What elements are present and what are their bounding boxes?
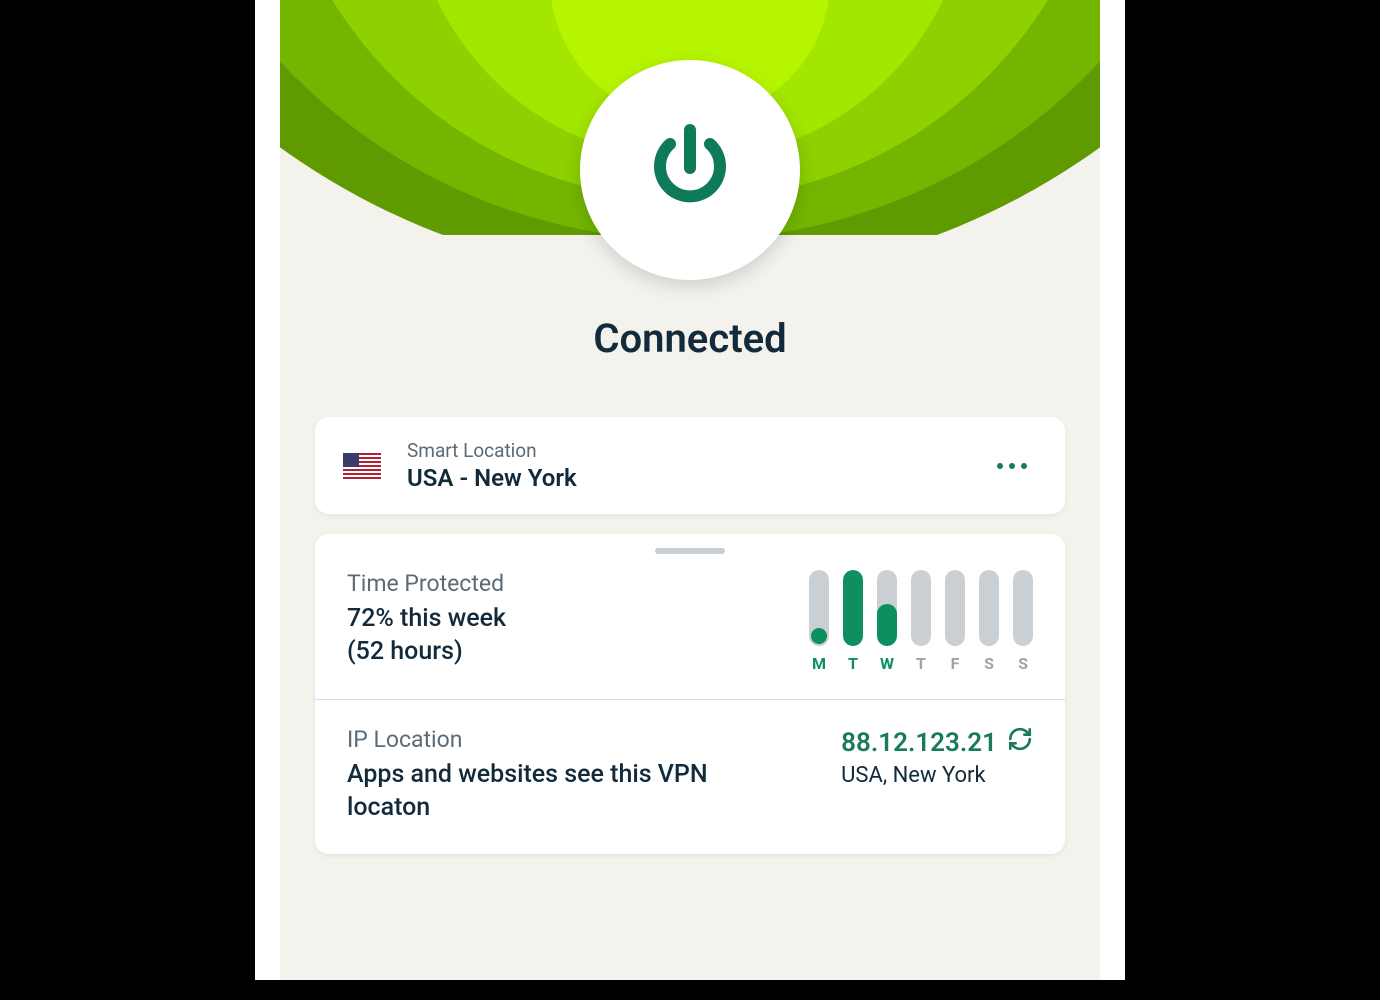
chart-day: S: [979, 570, 999, 673]
chart-day: F: [945, 570, 965, 673]
time-protected-label: Time Protected: [347, 570, 717, 597]
dot-icon: [997, 463, 1003, 469]
smart-location-label: Smart Location: [407, 439, 987, 462]
chart-bar-track: [1013, 570, 1033, 646]
chart-day: M: [809, 570, 829, 673]
chart-day-label: T: [916, 654, 926, 673]
connection-status: Connected: [280, 315, 1100, 362]
chart-day-label: S: [1018, 654, 1028, 673]
chart-day: S: [1013, 570, 1033, 673]
ip-city: USA, New York: [841, 763, 1033, 788]
location-card[interactable]: Smart Location USA - New York: [315, 417, 1065, 514]
ip-address-row: 88.12.123.21: [841, 726, 1033, 759]
chart-bar-fill: [877, 604, 897, 646]
chart-day-label: F: [951, 654, 960, 673]
ip-address: 88.12.123.21: [841, 728, 997, 758]
viewport-frame: Connected Smart Location USA - New York: [255, 0, 1125, 980]
time-protected-value: 72% this week (52 hours): [347, 603, 717, 668]
chart-day: W: [877, 570, 897, 673]
chart-day-label: M: [812, 654, 826, 673]
more-options-button[interactable]: [987, 453, 1037, 479]
chart-day: T: [911, 570, 931, 673]
stats-card[interactable]: Time Protected 72% this week (52 hours) …: [315, 534, 1065, 854]
chart-day-label: T: [848, 654, 858, 673]
connect-toggle-button[interactable]: [580, 60, 800, 280]
chart-day: T: [843, 570, 863, 673]
ip-location-label: IP Location: [347, 726, 717, 753]
chart-bar-track: [809, 570, 829, 646]
chart-day-label: W: [880, 654, 894, 673]
chart-bar-track: [877, 570, 897, 646]
chart-bar-track: [979, 570, 999, 646]
chart-bar-fill: [843, 570, 863, 646]
ip-location-description: Apps and websites see this VPN locaton: [347, 759, 717, 824]
chart-bar-track: [911, 570, 931, 646]
time-protected-section: Time Protected 72% this week (52 hours) …: [315, 534, 1065, 699]
us-flag-icon: [343, 453, 381, 479]
dot-icon: [1009, 463, 1015, 469]
drag-handle[interactable]: [655, 548, 725, 554]
chart-bar-track: [843, 570, 863, 646]
chart-bar-track: [945, 570, 965, 646]
ip-location-section: IP Location Apps and websites see this V…: [315, 699, 1065, 854]
location-name: USA - New York: [407, 464, 987, 492]
refresh-icon[interactable]: [1007, 726, 1033, 759]
power-icon: [640, 118, 740, 222]
week-bar-chart: MTWTFSS: [809, 570, 1033, 673]
dot-icon: [1021, 463, 1027, 469]
chart-day-label: S: [984, 654, 994, 673]
location-text-group: Smart Location USA - New York: [407, 439, 987, 492]
app-window: Connected Smart Location USA - New York: [280, 0, 1100, 980]
chart-bar-fill: [811, 628, 827, 644]
